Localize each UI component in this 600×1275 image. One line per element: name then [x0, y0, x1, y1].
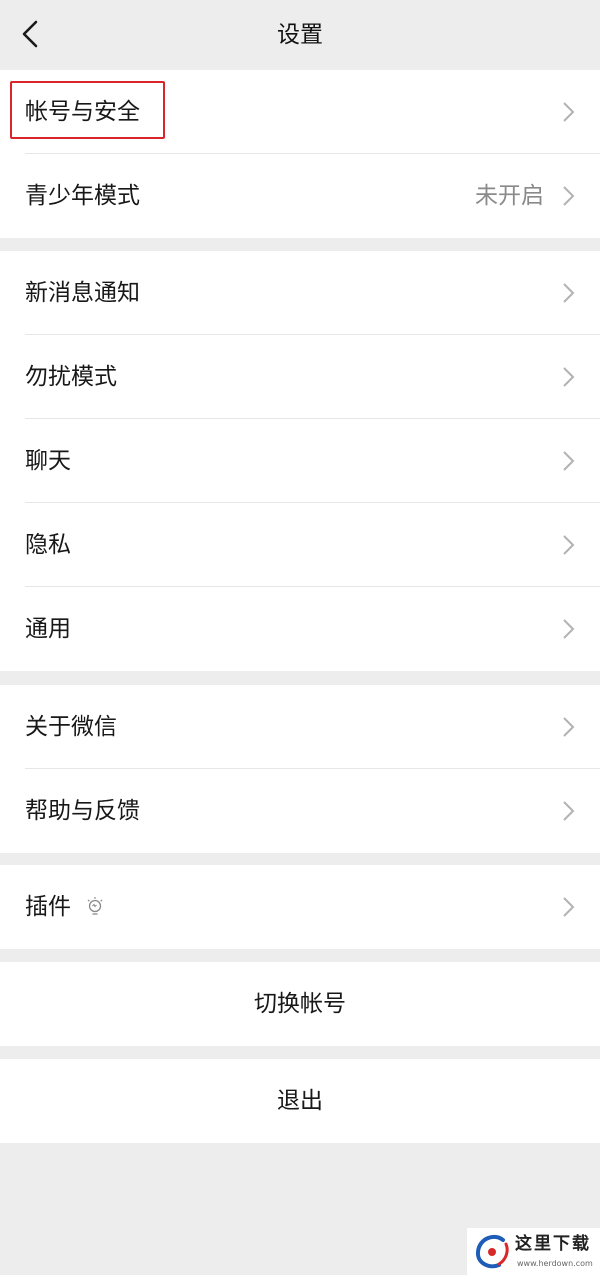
settings-group-about: 关于微信 帮助与反馈	[0, 685, 600, 853]
settings-group-general: 新消息通知 勿扰模式 聊天 隐私 通用	[0, 251, 600, 671]
chevron-right-icon	[563, 451, 575, 471]
settings-item-account-security[interactable]: 帐号与安全	[0, 70, 600, 154]
settings-group-plugins: 插件	[0, 865, 600, 949]
chevron-right-icon	[563, 801, 575, 821]
settings-item-privacy[interactable]: 隐私	[0, 503, 600, 587]
chevron-right-icon	[563, 367, 575, 387]
switch-account-button[interactable]: 切换帐号	[0, 962, 600, 1046]
nav-bar: 设置	[0, 0, 600, 70]
settings-item-teen-mode[interactable]: 青少年模式 未开启	[0, 154, 600, 238]
settings-item-label: 帐号与安全	[25, 99, 140, 125]
settings-item-label: 隐私	[25, 532, 71, 558]
chevron-right-icon	[563, 717, 575, 737]
chevron-right-icon	[563, 619, 575, 639]
settings-item-label: 聊天	[25, 448, 71, 474]
watermark-text: 这里下载	[515, 1234, 591, 1254]
page-title: 设置	[277, 22, 323, 48]
settings-item-general[interactable]: 通用	[0, 587, 600, 671]
watermark-logo-icon	[475, 1234, 509, 1269]
settings-item-label: 插件	[25, 894, 71, 920]
logout-button[interactable]: 退出	[0, 1059, 600, 1143]
settings-item-status: 未开启	[475, 183, 544, 209]
settings-item-label: 帮助与反馈	[25, 798, 140, 824]
settings-item-label: 新消息通知	[25, 280, 140, 306]
chevron-right-icon	[563, 283, 575, 303]
lightbulb-icon	[87, 897, 103, 915]
watermark-url: www.herdown.com	[517, 1259, 593, 1268]
chevron-right-icon	[563, 535, 575, 555]
settings-group-account: 帐号与安全 青少年模式 未开启	[0, 70, 600, 238]
chevron-right-icon	[563, 897, 575, 917]
settings-item-notifications[interactable]: 新消息通知	[0, 251, 600, 335]
settings-item-help-feedback[interactable]: 帮助与反馈	[0, 769, 600, 853]
settings-item-plugins[interactable]: 插件	[0, 865, 600, 949]
settings-item-chat[interactable]: 聊天	[0, 419, 600, 503]
settings-item-label: 勿扰模式	[25, 364, 117, 390]
settings-item-label: 通用	[25, 616, 71, 642]
settings-item-label: 关于微信	[25, 714, 117, 740]
watermark: 这里下载 www.herdown.com	[467, 1228, 600, 1275]
chevron-right-icon	[563, 186, 575, 206]
settings-item-about-wechat[interactable]: 关于微信	[0, 685, 600, 769]
settings-item-label: 青少年模式	[25, 183, 140, 209]
settings-item-do-not-disturb[interactable]: 勿扰模式	[0, 335, 600, 419]
chevron-right-icon	[563, 102, 575, 122]
